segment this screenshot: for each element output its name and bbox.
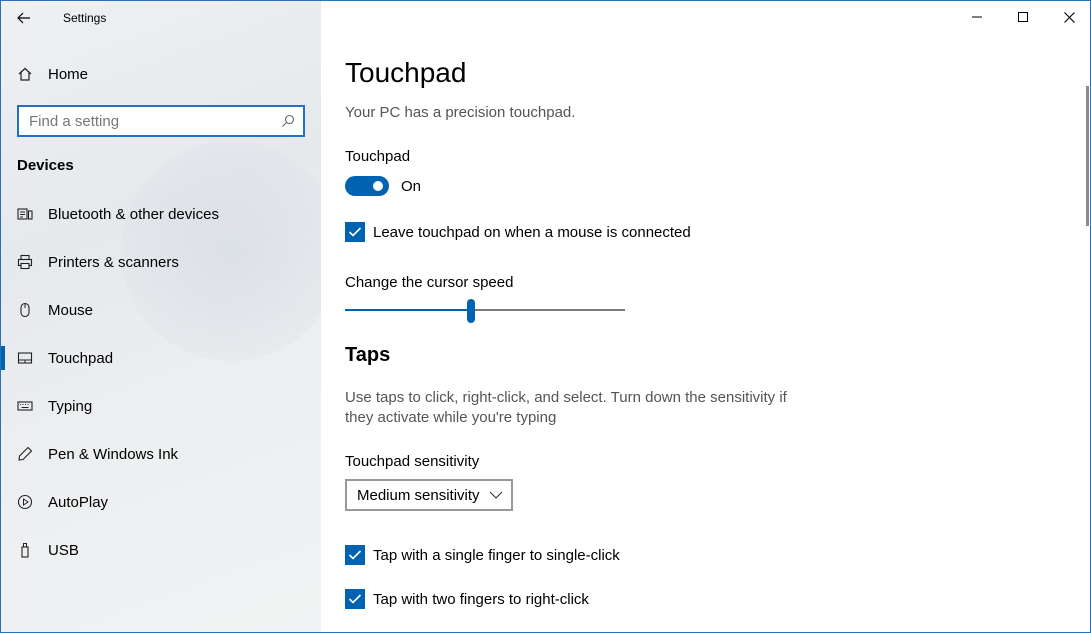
search-input[interactable] (19, 107, 273, 135)
home-icon (17, 66, 33, 82)
slider-thumb[interactable] (467, 299, 475, 323)
touchpad-icon (17, 350, 33, 366)
sidebar-item-label: USB (48, 541, 79, 559)
devices-nav-list: Bluetooth & other devices Printers & sca… (1, 190, 321, 574)
sidebar-item-autoplay[interactable]: AutoPlay (1, 478, 321, 526)
single-finger-tap-checkbox[interactable] (345, 545, 365, 565)
sidebar-item-typing[interactable]: Typing (1, 382, 321, 430)
touchpad-toggle-label: Touchpad (345, 148, 411, 165)
checkmark-icon (348, 594, 362, 604)
slider-fill (345, 309, 471, 311)
sidebar-item-label: AutoPlay (48, 493, 109, 511)
main-panel: Touchpad Your PC has a precision touchpa… (321, 1, 1090, 632)
page-subtitle: Your PC has a precision touchpad. (345, 104, 576, 121)
sidebar-item-label: Printers & scanners (48, 253, 179, 271)
cursor-speed-label: Change the cursor speed (345, 274, 514, 291)
taps-description: Use taps to click, right-click, and sele… (345, 389, 787, 426)
maximize-button[interactable] (1000, 1, 1046, 33)
checkbox-label: Tap with two fingers to right-click (373, 590, 589, 608)
sidebar: Settings Home Devices (1, 1, 341, 632)
sidebar-item-mouse[interactable]: Mouse (1, 286, 321, 334)
maximize-icon (1018, 12, 1028, 22)
home-label: Home (48, 65, 89, 83)
sensitivity-label: Touchpad sensitivity (345, 453, 480, 470)
toggle-knob (373, 181, 383, 191)
settings-window: Settings Home Devices (0, 0, 1091, 633)
leave-touchpad-on-row[interactable]: Leave touchpad on when a mouse is connec… (345, 222, 691, 242)
two-finger-tap-checkbox[interactable] (345, 589, 365, 609)
sidebar-item-printers[interactable]: Printers & scanners (1, 238, 321, 286)
checkbox-label: Tap with a single finger to single-click (373, 546, 620, 564)
leave-touchpad-on-checkbox[interactable] (345, 222, 365, 242)
minimize-button[interactable] (954, 1, 1000, 33)
dropdown-selected-value: Medium sensitivity (357, 486, 480, 504)
sidebar-item-label: Bluetooth & other devices (48, 205, 219, 223)
taps-section-title: Taps (345, 344, 391, 366)
pen-icon (17, 446, 33, 462)
minimize-icon (972, 16, 982, 18)
sidebar-item-label: Mouse (48, 301, 94, 319)
title-bar: Settings (1, 1, 321, 34)
two-finger-tap-row[interactable]: Tap with two fingers to right-click (345, 589, 589, 609)
page-title: Touchpad (345, 57, 467, 88)
search-box[interactable] (17, 105, 305, 137)
printer-icon (17, 254, 33, 270)
sidebar-item-touchpad[interactable]: Touchpad (1, 334, 321, 382)
sidebar-item-usb[interactable]: USB (1, 526, 321, 574)
checkmark-icon (348, 550, 362, 560)
scrollbar[interactable] (1086, 86, 1089, 226)
close-icon (1063, 11, 1075, 23)
back-arrow-icon (17, 12, 30, 23)
close-button[interactable] (1046, 1, 1090, 33)
autoplay-icon (17, 494, 33, 510)
sensitivity-dropdown[interactable]: Medium sensitivity (345, 479, 513, 511)
usb-icon (17, 542, 33, 558)
toggle-state-label: On (401, 178, 422, 195)
sidebar-item-label: Typing (48, 397, 93, 415)
keyboard-icon (17, 398, 33, 414)
window-controls (954, 1, 1090, 33)
sidebar-item-bluetooth[interactable]: Bluetooth & other devices (1, 190, 321, 238)
touchpad-toggle[interactable] (345, 176, 389, 196)
chevron-down-icon (489, 491, 503, 499)
home-nav-item[interactable]: Home (1, 57, 321, 91)
sidebar-item-pen[interactable]: Pen & Windows Ink (1, 430, 321, 478)
sidebar-item-label: Touchpad (48, 349, 114, 367)
app-title: Settings (63, 10, 107, 25)
back-button[interactable] (1, 1, 47, 34)
checkmark-icon (348, 227, 362, 237)
single-finger-tap-row[interactable]: Tap with a single finger to single-click (345, 545, 620, 565)
checkbox-label: Leave touchpad on when a mouse is connec… (373, 223, 691, 241)
mouse-icon (17, 302, 33, 318)
sidebar-section-title: Devices (17, 157, 74, 174)
search-icon[interactable] (273, 107, 303, 135)
cursor-speed-slider[interactable] (345, 299, 625, 323)
sidebar-item-label: Pen & Windows Ink (48, 445, 179, 463)
bluetooth-devices-icon (17, 206, 33, 222)
